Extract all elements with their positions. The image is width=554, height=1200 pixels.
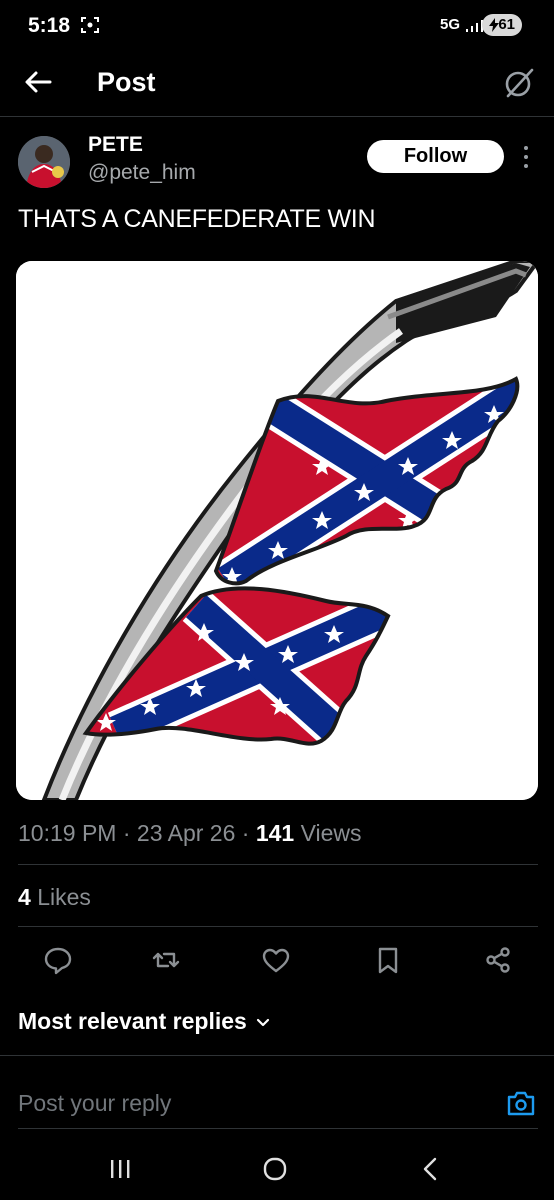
home-icon[interactable]	[262, 1156, 288, 1182]
camera-icon[interactable]	[506, 1089, 536, 1117]
bookmark-icon[interactable]	[372, 944, 404, 976]
post-time: 10:19 PM	[18, 820, 117, 846]
likes-count: 4	[18, 884, 31, 910]
meta-divider	[18, 864, 538, 865]
page-title: Post	[97, 67, 156, 97]
status-bar: 5:18 5G 61	[0, 0, 554, 52]
system-nav-bar	[0, 1140, 554, 1200]
reply-divider	[18, 1128, 538, 1129]
grok-icon[interactable]	[502, 66, 536, 100]
reply-icon[interactable]	[42, 944, 74, 976]
post-text: THATS A CANEFEDERATE WIN	[18, 205, 376, 233]
more-options-icon[interactable]	[520, 144, 532, 170]
author-name[interactable]: PETE	[88, 133, 143, 157]
nav-back-icon[interactable]	[420, 1156, 440, 1182]
follow-button[interactable]: Follow	[367, 140, 504, 173]
likes-label: Likes	[37, 884, 91, 910]
like-icon[interactable]	[260, 944, 292, 976]
reply-input[interactable]: Post your reply	[18, 1090, 171, 1117]
flag-hockey-stick-image	[16, 261, 538, 800]
battery-level: 61	[498, 16, 515, 33]
replies-sort-dropdown[interactable]: Most relevant replies	[18, 1008, 271, 1035]
screenshot-icon	[81, 17, 99, 33]
replies-divider	[0, 1055, 554, 1056]
likes-divider	[18, 926, 538, 927]
replies-sort-label: Most relevant replies	[18, 1008, 247, 1034]
post-date: 23 Apr 26	[136, 820, 236, 846]
post-image[interactable]	[16, 261, 538, 800]
meta-separator: ·	[241, 820, 256, 846]
views-label: Views	[300, 820, 362, 846]
share-icon[interactable]	[482, 944, 514, 976]
avatar-image	[18, 136, 70, 188]
reply-bar: Post your reply	[0, 1070, 554, 1140]
charging-bolt-icon	[489, 18, 499, 32]
post-meta: 10:19 PM · 23 Apr 26 · 141 Views	[18, 820, 362, 847]
back-arrow-icon[interactable]	[20, 64, 56, 100]
battery-indicator: 61	[482, 14, 522, 36]
likes-row[interactable]: 4 Likes	[18, 884, 91, 911]
status-time: 5:18	[28, 14, 71, 37]
author-handle[interactable]: @pete_him	[88, 161, 196, 185]
top-bar: Post	[0, 52, 554, 114]
chevron-down-icon	[256, 1018, 269, 1026]
network-type: 5G	[439, 16, 460, 33]
recents-icon[interactable]	[108, 1158, 132, 1180]
header-divider	[0, 116, 554, 117]
avatar[interactable]	[18, 136, 70, 188]
views-count: 141	[255, 820, 295, 846]
meta-separator: ·	[122, 820, 137, 846]
repost-icon[interactable]	[150, 944, 182, 976]
